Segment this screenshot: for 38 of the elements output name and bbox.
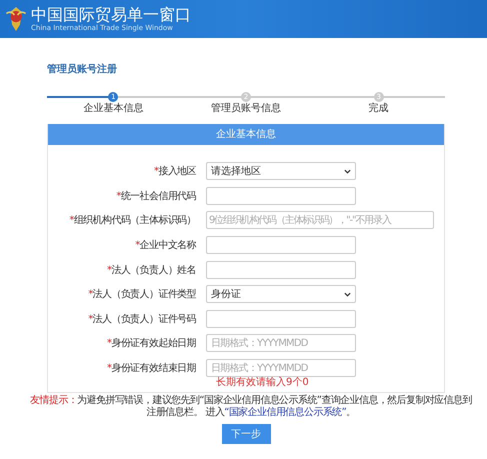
field-label: 法人（负责人）证件类型 [92,289,196,300]
required-mark: * [88,289,93,300]
input-field[interactable] [206,236,356,254]
field-label: 统一社会信用代码 [120,190,196,202]
chevron-icon [344,168,351,174]
input-field[interactable]: 9位组织机构代码（主体标识码），"-"不用录入 [206,211,434,230]
required-mark: * [106,363,112,374]
required-mark: * [69,215,74,226]
field-label: 企业中文名称 [140,240,196,252]
section-title: 企业基本信息 [48,124,444,145]
input-field[interactable]: 日期格式：YYYYMMDD [206,359,356,378]
required-mark: * [135,240,140,252]
input-field[interactable]: 日期格式：YYYYMMDD [206,334,356,352]
chevron-icon [344,292,351,297]
required-mark: * [106,264,112,276]
field-label: 接入地区 [158,166,196,178]
required-mark: * [88,314,93,325]
field-label: 法人（负责人）姓名 [111,264,196,276]
required-mark: * [154,166,158,178]
page-title: 管理员账号注册 [47,62,118,76]
field-label: 身份证有效起始日期 [111,338,196,350]
field-label: 法人（负责人）证件号码 [92,314,196,325]
site-title: 中国国际贸易单一窗口 [31,6,191,24]
dropdown-field[interactable]: 身份证 [206,285,356,304]
field-hint: 长期有效请输入9个0 [216,377,310,388]
input-field[interactable] [206,260,356,279]
notice-text: 友情提示：为避免拼写错误，建议您先到“国家企业信用信息公示系统”查询企业信息，然后复制对应信息到注册信息栏。 进入“国家企业信用信息公示系统”。 [29,395,473,420]
step-label: 完成 [368,103,389,115]
dropdown-field[interactable]: 请选择地区 [206,162,356,180]
registry-link[interactable]: “国家企业信用信息公示系统” [224,407,346,418]
step-label: 企业基本信息 [83,103,144,115]
input-field[interactable] [206,186,356,205]
input-field[interactable] [206,310,356,328]
field-label: 身份证有效结束日期 [111,363,196,374]
field-label: 组织机构代码（主体标识码） [74,215,196,226]
required-mark: * [106,338,112,350]
required-mark: * [116,190,121,202]
step-label: 管理员账号信息 [211,103,281,115]
